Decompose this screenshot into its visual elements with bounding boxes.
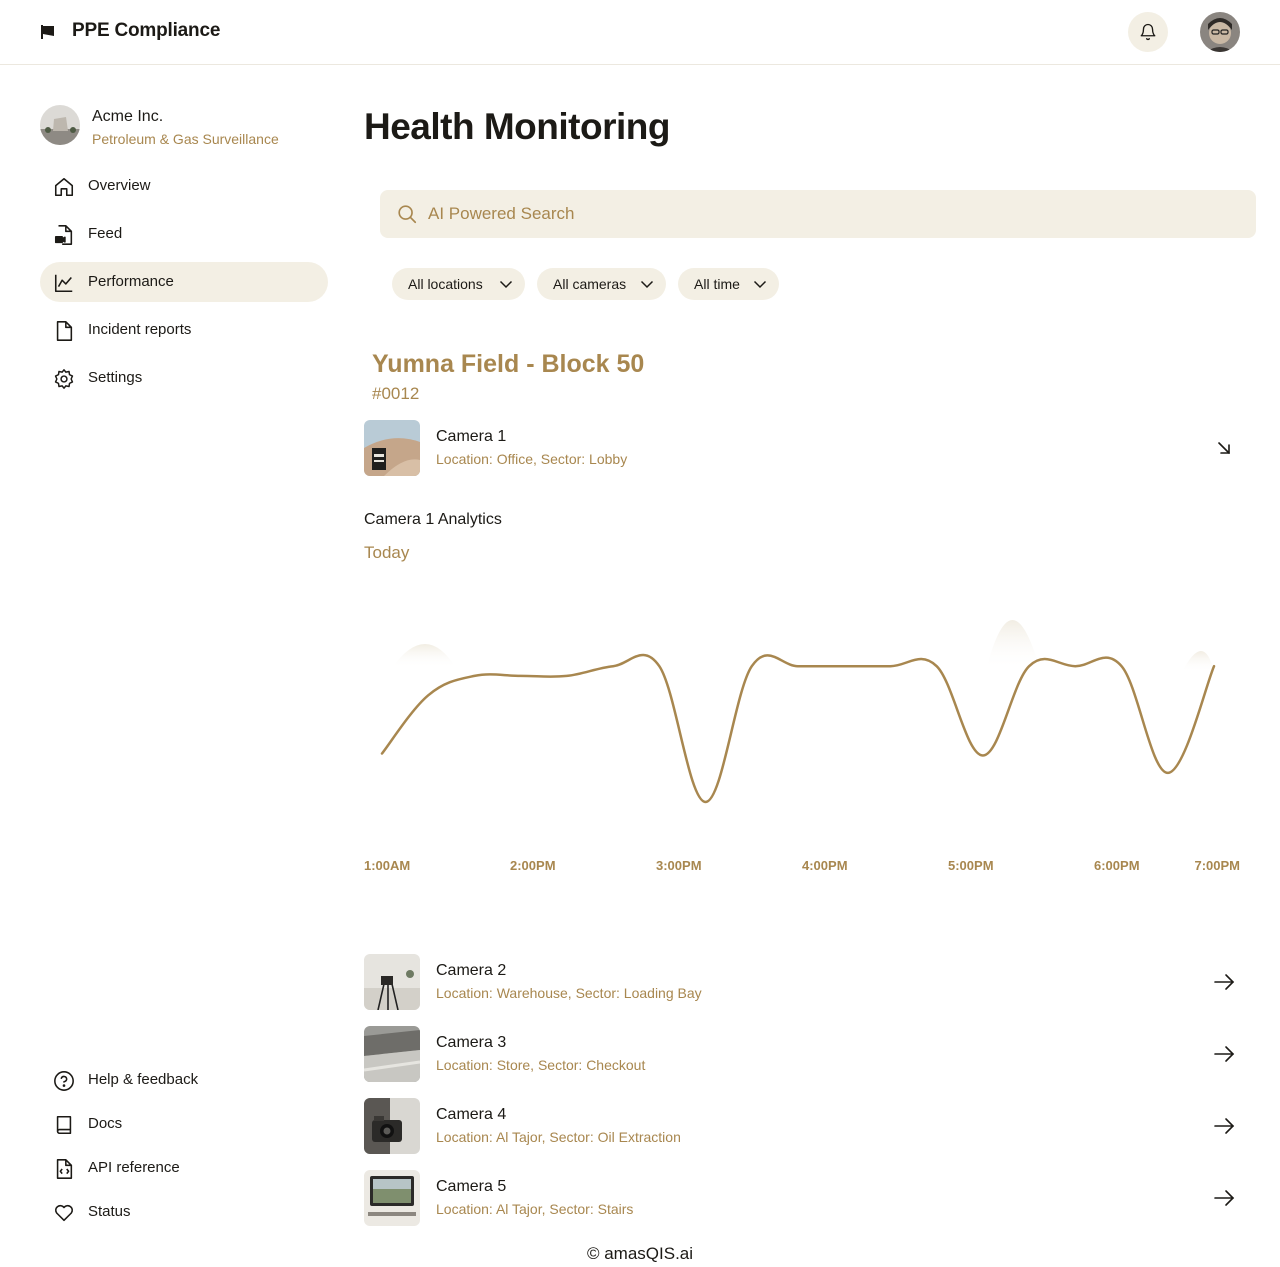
arrow-right-icon[interactable] bbox=[1212, 970, 1236, 994]
chevron-down-icon bbox=[499, 280, 513, 289]
search-icon bbox=[398, 205, 417, 224]
camera-name: Camera 5 bbox=[436, 1178, 507, 1195]
top-bar: PPE Compliance bbox=[0, 0, 1280, 65]
camera-thumbnail bbox=[364, 1170, 420, 1226]
sidebar-item-api-reference[interactable]: API reference bbox=[40, 1148, 328, 1188]
sidebar-item-label: Overview bbox=[88, 177, 151, 194]
sidebar-item-docs[interactable]: Docs bbox=[40, 1104, 328, 1144]
book-icon bbox=[56, 1115, 72, 1135]
sidebar-item-settings[interactable]: Settings bbox=[40, 358, 328, 398]
filter-locations[interactable]: All locations bbox=[392, 268, 525, 300]
camera-thumbnail bbox=[364, 420, 420, 476]
flag-logo-icon bbox=[41, 25, 54, 39]
filter-label: All time bbox=[694, 276, 740, 292]
x-tick-label: 7:00PM bbox=[1194, 858, 1240, 873]
camera-row-2[interactable]: Camera 2 Location: Warehouse, Sector: Lo… bbox=[364, 954, 1244, 1010]
camera-name: Camera 1 bbox=[436, 428, 507, 445]
heart-icon bbox=[54, 1204, 74, 1222]
sidebar-item-label: Incident reports bbox=[88, 321, 192, 338]
camera-name: Camera 2 bbox=[436, 962, 507, 979]
filter-label: All locations bbox=[408, 276, 483, 292]
sidebar-item-label: Performance bbox=[88, 273, 174, 290]
notifications-button[interactable] bbox=[1128, 12, 1168, 52]
camera-location: Location: Office, Sector: Lobby bbox=[436, 451, 628, 467]
camera-location: Location: Al Tajor, Sector: Oil Extracti… bbox=[436, 1129, 681, 1145]
camera-location: Location: Al Tajor, Sector: Stairs bbox=[436, 1201, 634, 1217]
chart-glow bbox=[392, 644, 456, 668]
sidebar-item-performance[interactable]: Performance bbox=[40, 262, 328, 302]
arrow-right-icon[interactable] bbox=[1212, 1114, 1236, 1138]
x-tick-label: 2:00PM bbox=[510, 858, 556, 873]
sidebar-item-label: Settings bbox=[88, 369, 143, 386]
analytics-title: Camera 1 Analytics bbox=[364, 511, 502, 528]
site-id: #0012 bbox=[372, 384, 420, 403]
x-tick-label: 3:00PM bbox=[656, 858, 702, 873]
sidebar-item-label: Help & feedback bbox=[88, 1071, 199, 1088]
org-subtitle: Petroleum & Gas Surveillance bbox=[92, 131, 279, 147]
line-chart-icon bbox=[54, 274, 73, 293]
x-tick-label: 5:00PM bbox=[948, 858, 994, 873]
sidebar-item-label: API reference bbox=[88, 1159, 180, 1176]
arrow-right-icon[interactable] bbox=[1212, 1042, 1236, 1066]
sidebar-item-overview[interactable]: Overview bbox=[40, 166, 328, 206]
org-name: Acme Inc. bbox=[92, 108, 164, 125]
site-name: Yumna Field - Block 50 bbox=[372, 350, 645, 378]
gear-icon bbox=[54, 369, 74, 389]
camera-name: Camera 4 bbox=[436, 1106, 507, 1123]
chevron-down-icon bbox=[753, 280, 767, 289]
camera-location: Location: Store, Sector: Checkout bbox=[436, 1057, 646, 1073]
app-title: PPE Compliance bbox=[72, 20, 221, 41]
chevron-down-icon bbox=[640, 280, 654, 289]
chart-glow bbox=[1182, 651, 1214, 672]
camera-location: Location: Warehouse, Sector: Loading Bay bbox=[436, 985, 702, 1001]
page-title: Health Monitoring bbox=[364, 106, 670, 147]
filter-cameras[interactable]: All cameras bbox=[537, 268, 666, 300]
camera-row-5[interactable]: Camera 5 Location: Al Tajor, Sector: Sta… bbox=[364, 1170, 1244, 1226]
sidebar-item-label: Status bbox=[88, 1203, 131, 1220]
filter-label: All cameras bbox=[553, 276, 627, 292]
sidebar-item-feed[interactable]: Feed bbox=[40, 214, 328, 254]
camera-row-1[interactable]: Camera 1 Location: Office, Sector: Lobby bbox=[364, 420, 1244, 476]
sidebar-item-help-feedback[interactable]: Help & feedback bbox=[40, 1060, 328, 1100]
arrow-down-right-icon[interactable] bbox=[1212, 436, 1236, 460]
camera-thumbnail bbox=[364, 1098, 420, 1154]
sidebar-item-incident-reports[interactable]: Incident reports bbox=[40, 310, 328, 350]
arrow-right-icon[interactable] bbox=[1212, 1186, 1236, 1210]
x-tick-label: 4:00PM bbox=[802, 858, 848, 873]
bell-icon bbox=[1140, 23, 1156, 41]
video-file-icon bbox=[54, 225, 73, 245]
document-icon bbox=[56, 321, 73, 341]
footer-copyright: © amasQIS.ai bbox=[586, 1244, 694, 1263]
camera-row-4[interactable]: Camera 4 Location: Al Tajor, Sector: Oil… bbox=[364, 1098, 1244, 1154]
sidebar-item-status[interactable]: Status bbox=[40, 1192, 328, 1232]
help-icon bbox=[54, 1071, 74, 1091]
sidebar-item-label: Feed bbox=[88, 225, 123, 242]
x-tick-label: 6:00PM bbox=[1094, 858, 1140, 873]
camera-thumbnail bbox=[364, 1026, 420, 1082]
code-file-icon bbox=[56, 1159, 73, 1179]
x-tick-label: 1:00AM bbox=[364, 858, 410, 873]
sidebar-item-label: Docs bbox=[88, 1115, 123, 1132]
camera-row-3[interactable]: Camera 3 Location: Store, Sector: Checko… bbox=[364, 1026, 1244, 1082]
search-input[interactable] bbox=[428, 190, 1228, 238]
filter-time[interactable]: All time bbox=[678, 268, 779, 300]
search-bar[interactable] bbox=[380, 190, 1256, 238]
home-icon bbox=[54, 177, 74, 197]
org-avatar bbox=[40, 105, 80, 145]
chart-series-line bbox=[380, 653, 1216, 804]
camera-thumbnail bbox=[364, 954, 420, 1010]
user-avatar[interactable] bbox=[1200, 12, 1240, 52]
analytics-line-chart: 1:00AM 2:00PM 3:00PM 4:00PM 5:00PM 6:00PM 7:00… bbox=[364, 620, 1240, 873]
camera-name: Camera 3 bbox=[436, 1034, 507, 1051]
analytics-period: Today bbox=[364, 543, 410, 562]
